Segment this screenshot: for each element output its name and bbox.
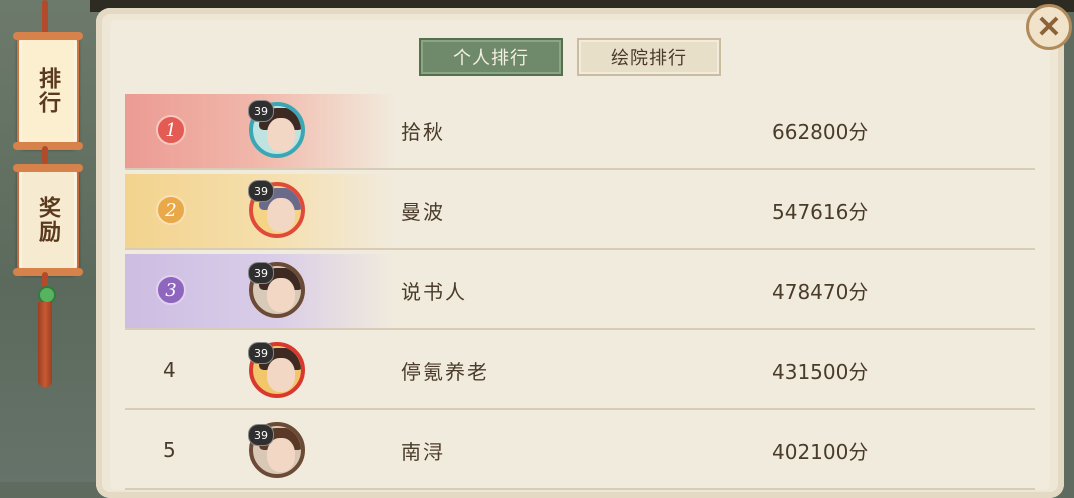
player-name: 曼波 [401,200,445,224]
rank-medal: 1 [156,115,186,145]
tassel [38,302,52,387]
tab-academy-ranking[interactable]: 绘院排行 [577,38,721,76]
side-tab-ranking-label: 排行 [35,67,61,115]
scroll-cap [13,142,83,150]
player-name: 拾秋 [401,120,445,144]
player-score: 662800分 [772,120,869,144]
close-icon: ✕ [1036,9,1062,45]
player-score: 431500分 [772,360,869,384]
rank-number: 4 [163,358,176,382]
player-name: 停氪养老 [401,360,489,384]
level-badge: 39 [248,342,274,364]
side-tab-rewards[interactable]: 奖励 [13,164,83,276]
player-score: 402100分 [772,440,869,464]
level-badge: 39 [248,180,274,202]
scroll-cap [13,32,83,40]
level-badge: 39 [248,424,274,446]
rank-medal: 2 [156,195,186,225]
player-name: 南浔 [401,440,445,464]
side-tab-ranking[interactable]: 排行 [13,32,83,150]
scroll-cap [13,268,83,276]
close-button[interactable]: ✕ [1026,4,1072,50]
level-badge: 39 [248,100,274,122]
scroll-rope-mid [42,146,48,164]
scroll-rope-top [42,0,48,34]
rank-number: 5 [163,438,176,462]
player-score: 478470分 [772,280,869,304]
side-tab-rewards-label: 奖励 [35,196,61,244]
level-badge: 39 [248,262,274,284]
rank-medal: 3 [156,275,186,305]
tab-personal-ranking[interactable]: 个人排行 [419,38,563,76]
player-name: 说书人 [401,280,467,304]
scroll-cap [13,164,83,172]
player-score: 547616分 [772,200,869,224]
